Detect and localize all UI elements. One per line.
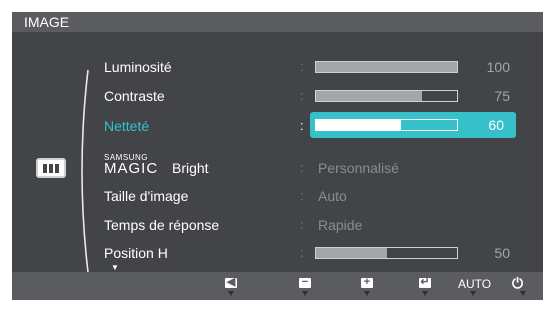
menu-title: IMAGE — [24, 14, 70, 30]
menu-item-temps-reponse[interactable]: Temps de réponse — [104, 217, 219, 233]
nettete-selection[interactable]: 60 — [310, 112, 516, 138]
nettete-slider-fill — [316, 120, 401, 130]
position-h-value: 50 — [494, 245, 510, 261]
button-bar: ◀ − + ↵ AUTO ⏻ — [12, 272, 543, 300]
position-h-slider[interactable] — [315, 247, 458, 259]
temps-reponse-value: Rapide — [318, 217, 363, 233]
minus-icon[interactable]: − — [299, 276, 311, 288]
magic-bright-label: Bright — [172, 160, 209, 176]
separator: : — [300, 188, 304, 203]
button-pointer — [520, 291, 526, 296]
power-icon[interactable]: ⏻ — [512, 275, 523, 291]
contraste-value: 75 — [494, 88, 510, 104]
menu-item-taille-image[interactable]: Taille d'image — [104, 188, 188, 204]
button-pointer — [228, 291, 234, 296]
separator: : — [300, 245, 304, 260]
menu-item-luminosite[interactable]: Luminosité — [104, 59, 172, 75]
menu-item-nettete[interactable]: Netteté — [104, 118, 149, 134]
osd-menu: IMAGE Luminosité : 100 Contraste : 75 Ne… — [12, 12, 543, 300]
separator: : — [300, 118, 304, 133]
luminosite-slider-fill — [316, 62, 457, 72]
auto-button[interactable]: AUTO — [458, 277, 491, 291]
separator: : — [300, 59, 304, 74]
luminosite-slider[interactable] — [315, 61, 458, 73]
button-pointer — [364, 291, 370, 296]
nettete-value: 60 — [488, 117, 504, 133]
separator: : — [300, 88, 304, 103]
button-pointer — [422, 291, 428, 296]
contraste-slider-fill — [316, 91, 422, 101]
left-arrow-icon[interactable]: ◀ — [225, 276, 237, 288]
button-pointer — [470, 291, 476, 296]
menu-bracket — [81, 69, 89, 273]
magic-brand-big: MAGIC — [104, 160, 159, 177]
contraste-slider[interactable] — [315, 90, 458, 102]
menu-item-contraste[interactable]: Contraste — [104, 88, 165, 104]
plus-icon[interactable]: + — [361, 276, 373, 288]
separator: : — [300, 160, 304, 175]
title-bar: IMAGE — [12, 12, 543, 32]
picture-menu-icon — [36, 158, 66, 178]
triangle-down-icon[interactable]: ▼ — [111, 264, 119, 272]
taille-image-value: Auto — [318, 188, 347, 204]
enter-icon[interactable]: ↵ — [419, 276, 431, 288]
separator: : — [300, 217, 304, 232]
luminosite-value: 100 — [486, 59, 510, 75]
menu-item-position-h[interactable]: Position H — [104, 245, 168, 261]
position-h-slider-fill — [316, 248, 387, 258]
magic-bright-value: Personnalisé — [318, 160, 399, 176]
button-pointer — [302, 291, 308, 296]
nettete-slider[interactable] — [315, 119, 458, 131]
